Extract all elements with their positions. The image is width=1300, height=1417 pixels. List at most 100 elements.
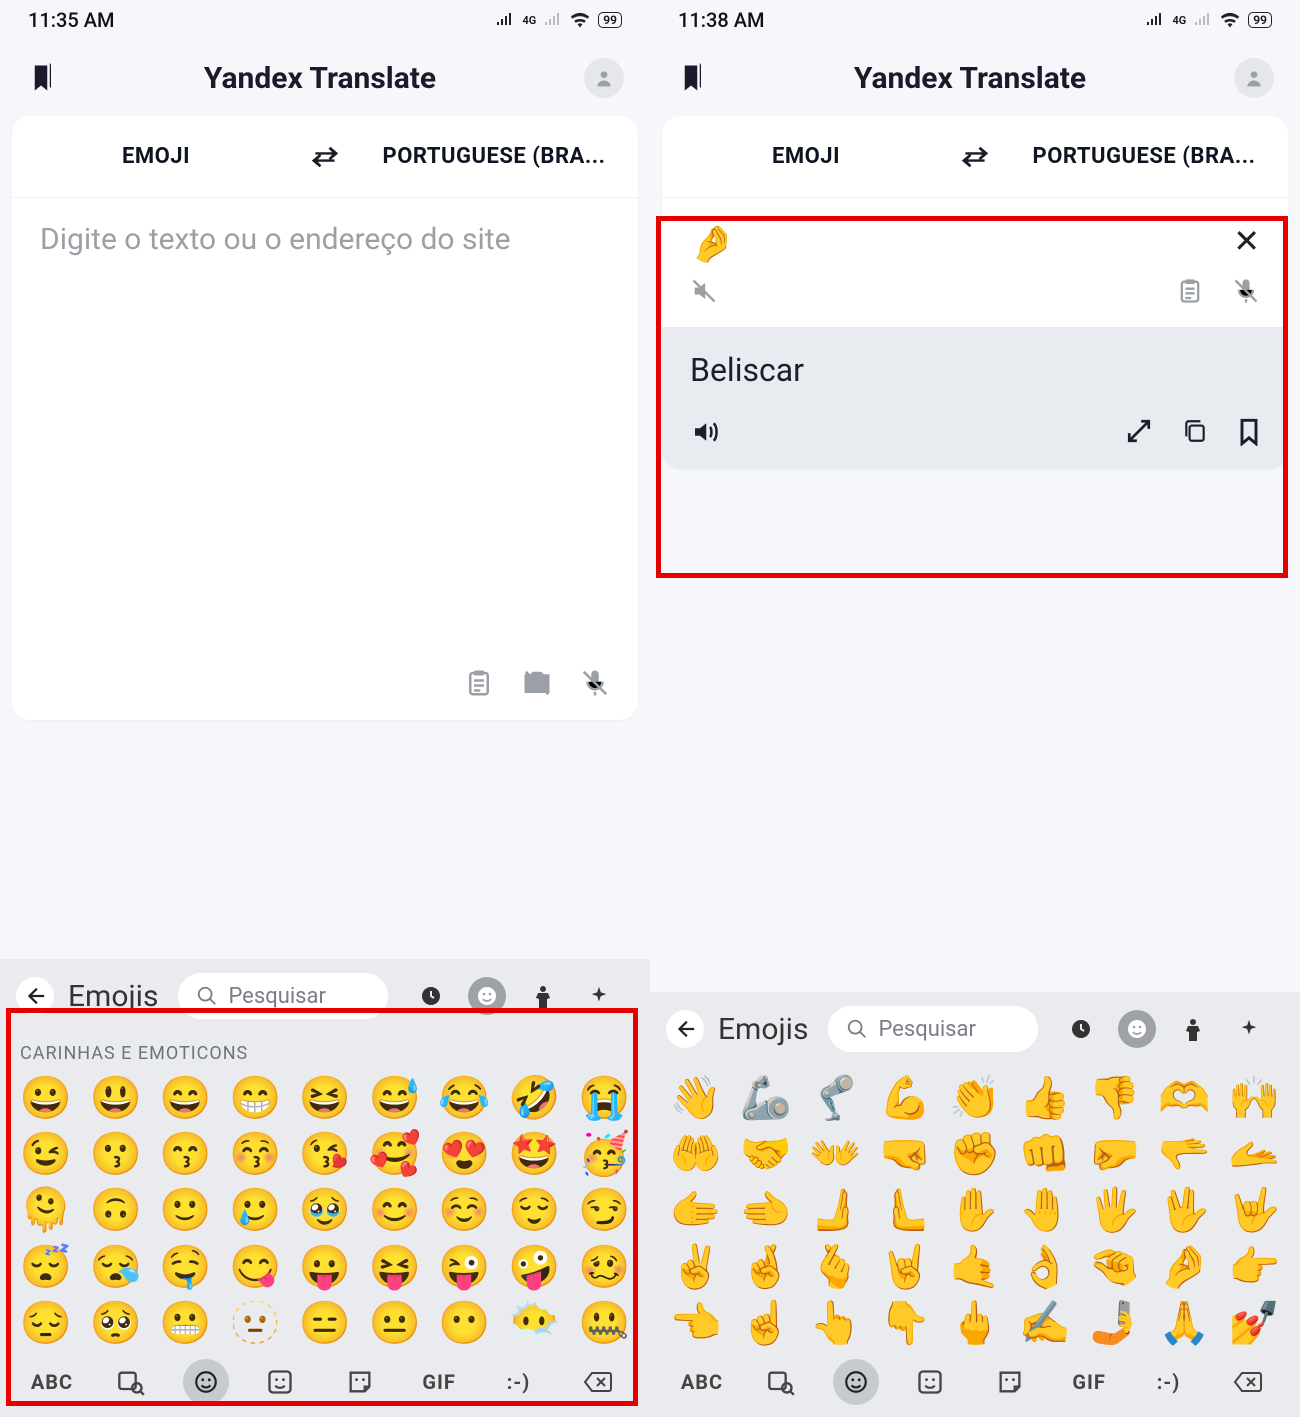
emoji-cell[interactable]: 😪: [84, 1245, 148, 1291]
emoji-cell[interactable]: 🤙: [943, 1245, 1007, 1291]
mic-off-icon[interactable]: [580, 668, 610, 698]
emoji-cell[interactable]: 💅: [1222, 1301, 1286, 1347]
emoji-cell[interactable]: ☝️: [734, 1301, 798, 1347]
emoji-cell[interactable]: 👋: [664, 1076, 728, 1122]
emoji-cell[interactable]: 😙: [154, 1132, 218, 1178]
emoji-cell[interactable]: 🤟: [1222, 1188, 1286, 1234]
emoji-cell[interactable]: 🙃: [84, 1188, 148, 1234]
cat-nature-icon[interactable]: [580, 977, 618, 1015]
emoji-cell[interactable]: 🤚: [1013, 1188, 1077, 1234]
emoji-cell[interactable]: 🫷: [873, 1188, 937, 1234]
emoji-cell[interactable]: 🥳: [572, 1132, 636, 1178]
backspace-icon[interactable]: [1220, 1359, 1276, 1405]
emoji-cell[interactable]: 😝: [363, 1245, 427, 1291]
emoji-cell[interactable]: 🖖: [1152, 1188, 1216, 1234]
emoji-cell[interactable]: ✋: [943, 1188, 1007, 1234]
clear-button[interactable]: ✕: [1233, 220, 1260, 263]
emoji-cell[interactable]: 😛: [293, 1245, 357, 1291]
paste-icon[interactable]: [1176, 277, 1204, 305]
emoji-search[interactable]: Pesquisar: [178, 973, 388, 1019]
emoji-cell[interactable]: 🤘: [873, 1245, 937, 1291]
emoji-cell[interactable]: 🥹: [293, 1188, 357, 1234]
emoji-cell[interactable]: 🙌: [1222, 1076, 1286, 1122]
emoji-cell[interactable]: 🤌: [1152, 1245, 1216, 1291]
emoji-cell[interactable]: 👐: [804, 1132, 868, 1178]
lang-to[interactable]: PORTUGUESE (BRA...: [350, 144, 638, 169]
emoji-cell[interactable]: 🤣: [502, 1076, 566, 1122]
emoji-cell[interactable]: 😀: [14, 1076, 78, 1122]
emoji-cell[interactable]: 🫥: [223, 1301, 287, 1347]
emoji-cell[interactable]: 😗: [84, 1132, 148, 1178]
emoji-cell[interactable]: ✌️: [664, 1245, 728, 1291]
speaker-icon[interactable]: [690, 417, 720, 447]
emoji-cell[interactable]: 😆: [293, 1076, 357, 1122]
lang-from[interactable]: EMOJI: [12, 144, 300, 169]
emoji-cell[interactable]: 🫴: [1222, 1132, 1286, 1178]
cat-recent-icon[interactable]: [1062, 1010, 1100, 1048]
emoji-cell[interactable]: 🫶: [1152, 1076, 1216, 1122]
emoji-cell[interactable]: 🤏: [1083, 1245, 1147, 1291]
emoji-search[interactable]: Pesquisar: [828, 1006, 1038, 1052]
mic-off-icon[interactable]: [1232, 277, 1260, 305]
cat-smileys-icon[interactable]: [1118, 1010, 1156, 1048]
sticker2-icon[interactable]: [902, 1359, 958, 1405]
emoji-cell[interactable]: 🤞: [734, 1245, 798, 1291]
emoji-cell[interactable]: 😅: [363, 1076, 427, 1122]
emoji-cell[interactable]: 😬: [154, 1301, 218, 1347]
emoji-cell[interactable]: 🥺: [84, 1301, 148, 1347]
emoji-cell[interactable]: 🤤: [154, 1245, 218, 1291]
emoji-cell[interactable]: 👆: [804, 1301, 868, 1347]
emoji-cell[interactable]: 🖐️: [1083, 1188, 1147, 1234]
cat-people-icon[interactable]: [524, 977, 562, 1015]
emoji-cell[interactable]: 😜: [433, 1245, 497, 1291]
text-input[interactable]: 🤌 ✕: [662, 198, 1288, 273]
emoji-cell[interactable]: 👊: [1013, 1132, 1077, 1178]
sticker3-icon[interactable]: [982, 1359, 1038, 1405]
emoji-cell[interactable]: 😁: [223, 1076, 287, 1122]
emoji-cell[interactable]: 😶‍🌫️: [502, 1301, 566, 1347]
emoji-cell[interactable]: 🙂: [154, 1188, 218, 1234]
emoji-cell[interactable]: 😂: [433, 1076, 497, 1122]
emoji-cell[interactable]: 😚: [223, 1132, 287, 1178]
emoji-cell[interactable]: 🤳: [1083, 1301, 1147, 1347]
emoji-cell[interactable]: 🤛: [1083, 1132, 1147, 1178]
bookmarks-icon[interactable]: [676, 63, 706, 93]
emoji-cell[interactable]: 😉: [14, 1132, 78, 1178]
copy-icon[interactable]: [1182, 418, 1208, 446]
cat-smileys-icon[interactable]: [468, 977, 506, 1015]
sticker3-icon[interactable]: [332, 1359, 388, 1405]
gif-button[interactable]: GIF: [411, 1359, 467, 1405]
emoji-cell[interactable]: 🤪: [502, 1245, 566, 1291]
gif-button[interactable]: GIF: [1061, 1359, 1117, 1405]
emoji-cell[interactable]: 😃: [84, 1076, 148, 1122]
emoji-cell[interactable]: 🤩: [502, 1132, 566, 1178]
text-input[interactable]: Digite o texto ou o endereço do site: [12, 198, 638, 658]
emoji-cell[interactable]: 🫳: [1152, 1132, 1216, 1178]
back-button[interactable]: [666, 1010, 704, 1048]
emoji-cell[interactable]: 👎: [1083, 1076, 1147, 1122]
emoji-cell[interactable]: 🥰: [363, 1132, 427, 1178]
swap-button[interactable]: [950, 145, 1000, 169]
textface-button[interactable]: :-): [491, 1359, 547, 1405]
backspace-icon[interactable]: [570, 1359, 626, 1405]
emoji-cell[interactable]: 🤝: [734, 1132, 798, 1178]
emoji-cell[interactable]: 😶: [433, 1301, 497, 1347]
emoji-cell[interactable]: 🫰: [804, 1245, 868, 1291]
speaker-off-icon[interactable]: [690, 277, 718, 305]
emoji-cell[interactable]: 💪: [873, 1076, 937, 1122]
swap-button[interactable]: [300, 145, 350, 169]
emoji-tab-icon[interactable]: [183, 1359, 229, 1405]
emoji-cell[interactable]: 😊: [363, 1188, 427, 1234]
abc-button[interactable]: ABC: [674, 1359, 730, 1405]
emoji-cell[interactable]: 🤐: [572, 1301, 636, 1347]
emoji-cell[interactable]: 🤲: [664, 1132, 728, 1178]
emoji-cell[interactable]: 😋: [223, 1245, 287, 1291]
emoji-cell[interactable]: 🫸: [804, 1188, 868, 1234]
emoji-cell[interactable]: 😘: [293, 1132, 357, 1178]
cat-recent-icon[interactable]: [412, 977, 450, 1015]
emoji-cell[interactable]: 👇: [873, 1301, 937, 1347]
lang-from[interactable]: EMOJI: [662, 144, 950, 169]
sticker-search-icon[interactable]: [753, 1359, 809, 1405]
textface-button[interactable]: :-): [1141, 1359, 1197, 1405]
emoji-cell[interactable]: 😔: [14, 1301, 78, 1347]
